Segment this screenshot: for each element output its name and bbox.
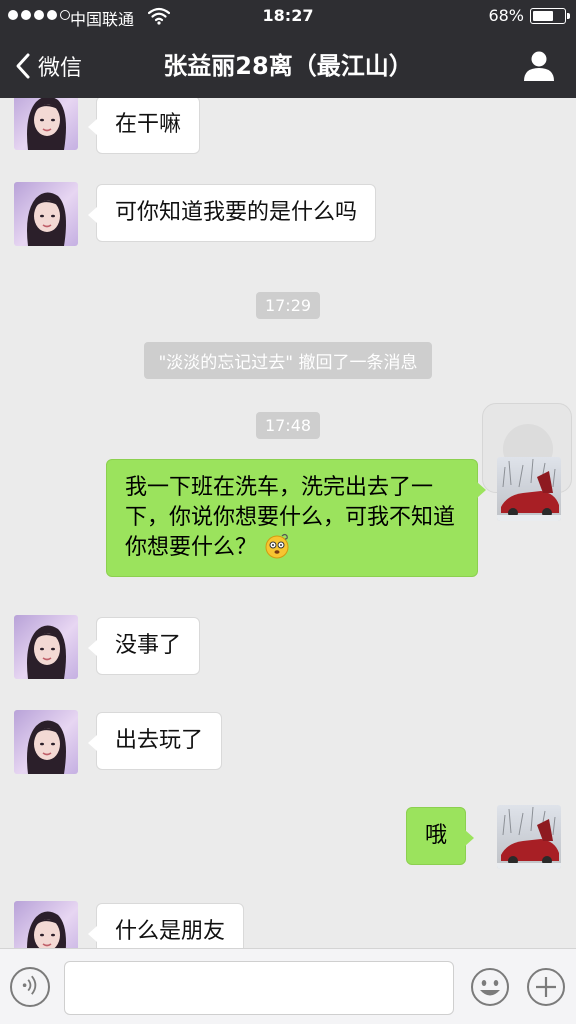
contact-avatar[interactable] (14, 901, 78, 948)
incoming-message[interactable]: 在干嘛 (87, 98, 201, 154)
timestamp: 17:29 (0, 292, 576, 319)
timestamp-label: 17:29 (255, 292, 321, 319)
chat-area[interactable]: 在干嘛 可你知道我要的是什么吗 17:29 "淡淡的忘记过去" 撤回了一条消息 … (0, 98, 576, 948)
back-button[interactable]: 微信 (14, 46, 82, 86)
outgoing-message[interactable]: 哦 (406, 807, 475, 865)
my-avatar[interactable] (497, 457, 561, 521)
message-input[interactable] (64, 961, 454, 1015)
timestamp: 17:48 (0, 412, 576, 439)
incoming-message[interactable]: 什么是朋友 (87, 903, 245, 948)
my-avatar[interactable] (497, 805, 561, 869)
contact-avatar[interactable] (14, 182, 78, 246)
incoming-message[interactable]: 没事了 (87, 617, 201, 675)
voice-button[interactable] (10, 967, 50, 1007)
system-notice: "淡淡的忘记过去" 撤回了一条消息 (0, 342, 576, 379)
chat-title: 张益丽28离（最江山） (163, 52, 413, 80)
outgoing-message[interactable]: 我一下班在洗车，洗完出去了一下，你说你想要什么，可我不知道你想要什么？ (106, 459, 486, 577)
battery-fill (533, 11, 554, 21)
person-icon[interactable] (522, 50, 556, 82)
battery-icon (530, 8, 570, 24)
system-notice-label: "淡淡的忘记过去" 撤回了一条消息 (144, 342, 432, 379)
back-label: 微信 (38, 56, 83, 81)
contact-avatar[interactable] (14, 615, 78, 679)
timestamp-label: 17:48 (255, 412, 321, 439)
top-bar: 中国联通 18:27 68% 微信 张益丽28离（最江山） (0, 0, 576, 98)
contact-avatar[interactable] (14, 98, 78, 150)
voice-icon (22, 975, 37, 995)
dizzy-face-emoji-icon (265, 533, 289, 559)
smiley-icon[interactable] (470, 967, 510, 1007)
incoming-message[interactable]: 可你知道我要的是什么吗 (87, 184, 377, 242)
plus-icon[interactable] (526, 967, 566, 1007)
status-bar: 中国联通 18:27 68% (0, 0, 576, 32)
chevron-left-icon (16, 53, 30, 79)
contact-avatar[interactable] (14, 710, 78, 774)
battery-percent: 68% (488, 6, 524, 25)
input-bar (0, 948, 576, 1024)
incoming-message[interactable]: 出去玩了 (87, 712, 223, 770)
